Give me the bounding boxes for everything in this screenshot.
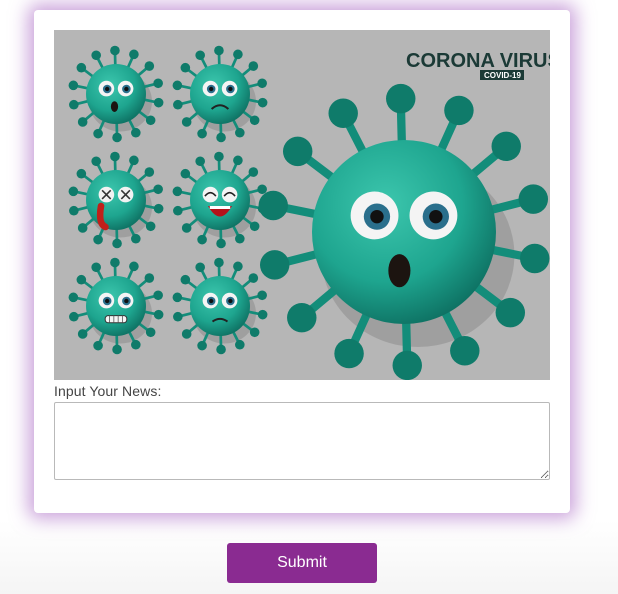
news-textarea[interactable] xyxy=(54,402,550,480)
news-card: CORONA VIRUS COVID-19 Input Your News: xyxy=(34,10,570,513)
news-input-label: Input Your News: xyxy=(54,383,162,399)
corona-virus-illustration: CORONA VIRUS COVID-19 xyxy=(54,30,550,380)
hero-subtitle-text: COVID-19 xyxy=(484,71,521,80)
hero-title-text: CORONA VIRUS xyxy=(406,50,550,72)
submit-button[interactable]: Submit xyxy=(227,543,377,583)
